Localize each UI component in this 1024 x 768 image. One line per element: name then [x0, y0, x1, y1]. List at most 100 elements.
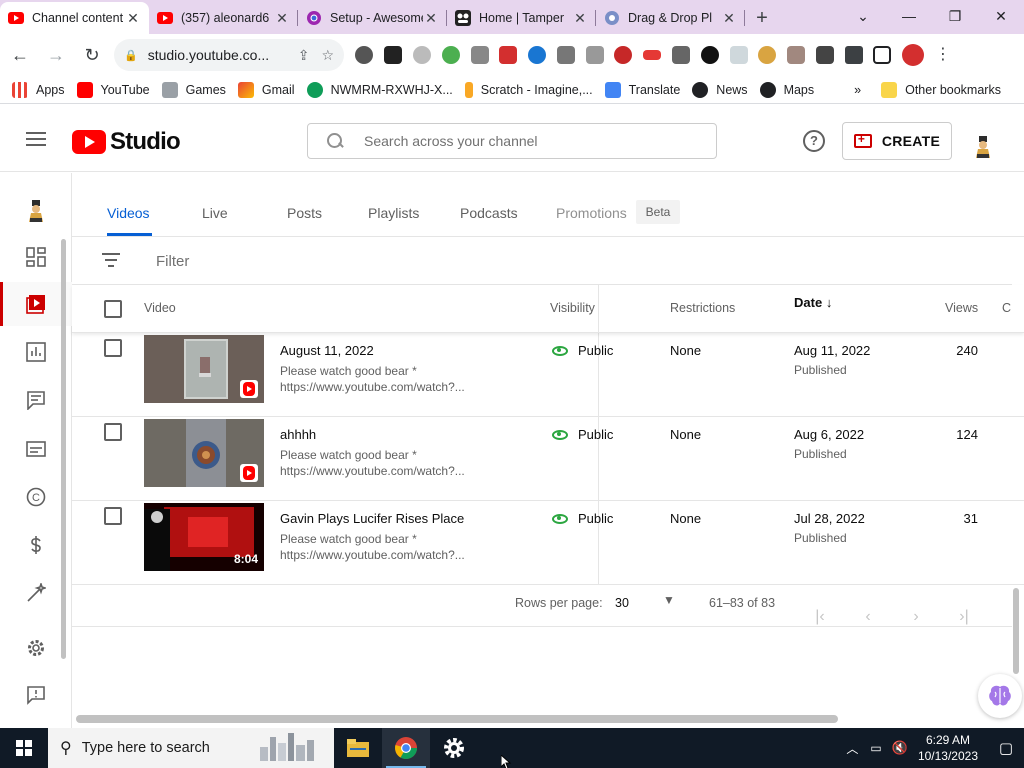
bookmark-gmail[interactable]: Gmail: [237, 81, 295, 98]
close-tab-icon[interactable]: ✕: [274, 10, 290, 27]
hamburger-menu-icon[interactable]: [26, 132, 46, 146]
minimize-icon[interactable]: —: [886, 0, 932, 32]
visibility-cell[interactable]: Public: [552, 343, 613, 358]
windows-start-icon[interactable]: [0, 728, 48, 768]
chrome-taskbar-icon[interactable]: [382, 728, 430, 768]
bookmark-games[interactable]: Games: [161, 81, 226, 98]
filter-bar[interactable]: Filter: [72, 237, 1012, 285]
chevron-up-icon[interactable]: ︿: [846, 740, 858, 757]
rows-per-page-select[interactable]: 30: [615, 596, 629, 610]
extension-icon[interactable]: [787, 46, 806, 64]
header-comments[interactable]: C: [1002, 301, 1011, 315]
channel-avatar[interactable]: [0, 189, 72, 233]
video-thumbnail[interactable]: [144, 335, 264, 403]
reload-button[interactable]: ↻: [76, 39, 108, 71]
restore-icon[interactable]: ❐: [932, 0, 978, 32]
select-all-checkbox[interactable]: [104, 300, 122, 318]
extension-icon[interactable]: [528, 46, 547, 64]
bookmark-nwmrm[interactable]: NWMRM-RXWHJ-X...: [306, 81, 453, 98]
help-icon[interactable]: ?: [803, 130, 825, 152]
notifications-icon[interactable]: ▢: [988, 739, 1024, 757]
nav-scrollbar[interactable]: [61, 239, 66, 659]
nav-feedback[interactable]: [0, 673, 72, 717]
create-button[interactable]: CREATE: [842, 122, 952, 160]
avatar[interactable]: [974, 136, 992, 158]
puzzle-extensions-icon[interactable]: [844, 46, 863, 64]
video-thumbnail[interactable]: 8:04: [144, 503, 264, 571]
filter-icon[interactable]: [102, 253, 120, 269]
bookmark-apps[interactable]: Apps: [12, 81, 65, 98]
chevron-down-icon[interactable]: ▼: [663, 593, 675, 607]
more-menu-icon[interactable]: ⋮: [935, 46, 951, 64]
table-row[interactable]: August 11, 2022 Please watch good bear *…: [72, 333, 1024, 417]
close-tab-icon[interactable]: ✕: [423, 10, 439, 27]
bookmarks-overflow-button[interactable]: »: [854, 83, 861, 97]
browser-tab[interactable]: Channel content ✕: [0, 2, 149, 34]
close-tab-icon[interactable]: ✕: [572, 10, 588, 27]
tab-playlists[interactable]: Playlists: [368, 205, 419, 221]
forward-button[interactable]: →: [40, 39, 72, 71]
studio-logo[interactable]: Studio: [72, 128, 181, 156]
tab-posts[interactable]: Posts: [287, 205, 322, 221]
bookmark-maps[interactable]: Maps: [759, 81, 814, 98]
settings-gear-icon[interactable]: [430, 728, 478, 768]
bookmark-youtube[interactable]: YouTube: [76, 81, 150, 98]
extension-icon[interactable]: [700, 46, 719, 64]
bookmark-news[interactable]: News: [692, 81, 748, 98]
browser-tab[interactable]: (357) aleonard6 ✕: [149, 2, 298, 34]
table-row[interactable]: 8:04 Gavin Plays Lucifer Rises Place Ple…: [72, 501, 1024, 585]
browser-tab[interactable]: Home | Tamper ✕: [447, 2, 596, 34]
visibility-cell[interactable]: Public: [552, 427, 613, 442]
taskbar-search-input[interactable]: ⚲ Type here to search: [48, 728, 334, 768]
extension-icon[interactable]: [758, 46, 777, 64]
extension-icon[interactable]: [815, 46, 834, 64]
video-thumbnail[interactable]: [144, 419, 264, 487]
header-restrictions[interactable]: Restrictions: [670, 301, 735, 315]
bookmark-star-icon[interactable]: ☆: [321, 47, 334, 64]
other-bookmarks[interactable]: Other bookmarks: [881, 81, 1001, 98]
clock[interactable]: 6:29 AM 10/13/2023: [918, 732, 978, 764]
table-row[interactable]: ahhhh Please watch good bear * https://ww…: [72, 417, 1024, 501]
share-icon[interactable]: ⇪: [298, 47, 310, 64]
tab-podcasts[interactable]: Podcasts: [460, 205, 518, 221]
header-views[interactable]: Views: [945, 301, 978, 315]
extension-icon[interactable]: [671, 46, 690, 64]
header-visibility[interactable]: Visibility: [550, 301, 595, 315]
filter-input[interactable]: Filter: [156, 253, 189, 270]
extension-icon[interactable]: [470, 46, 489, 64]
video-title[interactable]: August 11, 2022: [280, 343, 374, 358]
tab-live[interactable]: Live: [202, 205, 228, 221]
next-page-button[interactable]: ›: [904, 591, 928, 625]
profile-icon[interactable]: [902, 44, 925, 66]
browser-tab[interactable]: Setup - Awesome ✕: [298, 2, 447, 34]
tab-videos[interactable]: Videos: [107, 205, 150, 221]
extension-icon[interactable]: [384, 46, 403, 64]
tab-search-icon[interactable]: ⌄: [840, 0, 886, 32]
network-icon[interactable]: ▭: [870, 741, 881, 755]
side-panel-icon[interactable]: [873, 46, 892, 64]
extension-icon[interactable]: [412, 46, 431, 64]
vertical-scrollbar[interactable]: [1013, 588, 1019, 674]
search-input[interactable]: Search across your channel: [307, 123, 717, 159]
row-checkbox[interactable]: [104, 339, 122, 357]
video-title[interactable]: ahhhh: [280, 427, 316, 442]
previous-page-button[interactable]: ‹: [856, 591, 880, 625]
close-tab-icon[interactable]: ✕: [125, 10, 141, 27]
extension-icon[interactable]: [643, 50, 662, 60]
extension-icon[interactable]: [355, 46, 374, 64]
address-bar[interactable]: 🔒 studio.youtube.co... ⇪ ☆: [114, 39, 344, 71]
extension-icon[interactable]: [585, 46, 604, 64]
row-checkbox[interactable]: [104, 507, 122, 525]
last-page-button[interactable]: ›|: [952, 591, 976, 625]
extension-icon[interactable]: [556, 46, 575, 64]
close-window-icon[interactable]: ✕: [978, 0, 1024, 32]
browser-tab[interactable]: Drag & Drop Pl ✕: [596, 2, 745, 34]
new-tab-button[interactable]: +: [745, 2, 779, 34]
extension-icon[interactable]: [441, 46, 460, 64]
visibility-cell[interactable]: Public: [552, 511, 613, 526]
close-tab-icon[interactable]: ✕: [721, 10, 737, 27]
row-checkbox[interactable]: [104, 423, 122, 441]
volume-muted-icon[interactable]: 🔇: [892, 740, 908, 756]
extension-icon[interactable]: [614, 46, 633, 64]
extension-icon[interactable]: [499, 46, 518, 64]
